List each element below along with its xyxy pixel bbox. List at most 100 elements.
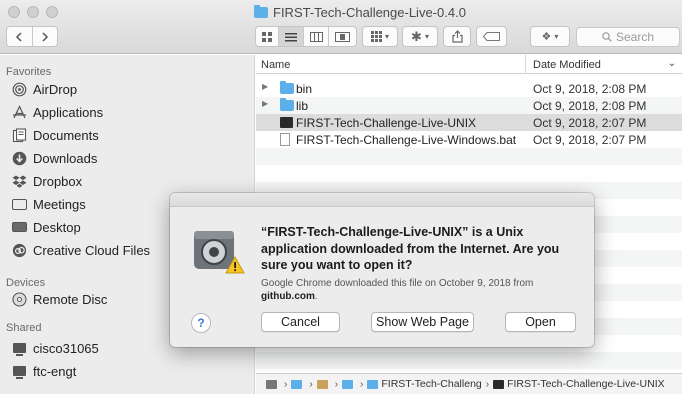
- sidebar-item-label: AirDrop: [33, 81, 78, 97]
- chevron-right-icon: ›: [334, 378, 339, 390]
- dialog-info-text: Google Chrome downloaded this file on Oc…: [261, 278, 534, 289]
- dialog-info-suffix: .: [314, 291, 318, 302]
- empty-row: [256, 352, 682, 369]
- help-button[interactable]: ?: [191, 313, 211, 333]
- folder-icon: [254, 4, 268, 18]
- file-date: Oct 9, 2018, 2:08 PM: [533, 99, 647, 113]
- executable-icon: [280, 117, 293, 128]
- chevron-down-icon[interactable]: ⌄: [668, 58, 676, 69]
- users-folder-icon[interactable]: [291, 379, 303, 389]
- folder-icon: [280, 98, 294, 111]
- disc-icon: [11, 291, 27, 307]
- sidebar-item-applications[interactable]: Applications: [11, 102, 103, 122]
- empty-row: [256, 148, 682, 165]
- sidebar-item-dropbox[interactable]: Dropbox: [11, 171, 82, 191]
- file-date: Oct 9, 2018, 2:08 PM: [533, 82, 647, 96]
- sidebar-item-label: Creative Cloud Files: [33, 242, 151, 258]
- sidebar-item-documents[interactable]: Documents: [11, 125, 99, 145]
- back-button[interactable]: [7, 27, 33, 46]
- zoom-window-button[interactable]: [46, 6, 58, 18]
- disclosure-triangle-icon[interactable]: ▶: [262, 99, 268, 108]
- sidebar-item-creative-cloud[interactable]: Creative Cloud Files: [11, 240, 150, 260]
- applications-icon: [11, 104, 27, 120]
- icon-view-button[interactable]: [256, 27, 279, 46]
- table-row[interactable]: FIRST-Tech-Challenge-Live-Windows.bat Oc…: [256, 131, 682, 148]
- gear-icon: ✱: [411, 28, 422, 44]
- sidebar-item-label: cisco31065: [33, 340, 99, 356]
- chevron-right-icon: ›: [284, 378, 288, 390]
- share-button[interactable]: [443, 26, 471, 47]
- chevron-left-icon: [16, 31, 22, 42]
- search-placeholder: Search: [615, 30, 655, 44]
- list-icon: [285, 32, 297, 41]
- sidebar-item-airdrop[interactable]: AirDrop: [11, 79, 77, 99]
- cancel-button[interactable]: Cancel: [261, 312, 340, 332]
- cover-flow-icon: [335, 31, 350, 42]
- dropbox-icon: ❖: [541, 31, 552, 43]
- action-button[interactable]: ✱ ▾: [402, 26, 438, 47]
- file-name: bin: [296, 82, 313, 96]
- show-web-page-button[interactable]: Show Web Page: [371, 312, 474, 332]
- forward-button[interactable]: [33, 27, 58, 46]
- chevron-right-icon: [42, 31, 48, 42]
- table-row[interactable]: ▶ lib Oct 9, 2018, 2:08 PM: [256, 97, 682, 114]
- disclosure-triangle-icon[interactable]: ▶: [262, 82, 268, 91]
- list-view-button[interactable]: [279, 27, 304, 46]
- file-name: lib: [296, 99, 309, 113]
- sidebar-item-remote-disc[interactable]: Remote Disc: [11, 289, 107, 309]
- column-divider[interactable]: [525, 55, 526, 74]
- path-segment-folder[interactable]: FIRST-Tech-Challeng: [381, 378, 481, 390]
- sidebar-item-ftc-engt[interactable]: ftc-engt: [11, 361, 76, 381]
- sidebar-item-label: ftc-engt: [33, 363, 77, 379]
- executable-icon: [493, 379, 505, 389]
- table-row-selected[interactable]: FIRST-Tech-Challenge-Live-UNIX Oct 9, 20…: [256, 114, 682, 131]
- column-view-button[interactable]: [304, 27, 329, 46]
- search-input[interactable]: Search: [576, 27, 680, 47]
- group-by-button[interactable]: ▾: [362, 26, 398, 47]
- dropbox-toolbar-button[interactable]: ❖ ▾: [530, 26, 570, 47]
- sidebar-item-downloads[interactable]: Downloads: [11, 148, 97, 168]
- list-header: Name Date Modified ⌄: [256, 55, 682, 74]
- column-header-date-modified[interactable]: Date Modified: [533, 59, 601, 71]
- sidebar-item-label: Desktop: [33, 219, 81, 235]
- sidebar-item-label: Applications: [33, 104, 104, 120]
- downloads-folder-icon[interactable]: [342, 379, 354, 389]
- sidebar-item-cisco31065[interactable]: cisco31065: [11, 338, 99, 358]
- search-icon: [602, 32, 612, 42]
- share-icon: [451, 30, 463, 43]
- file-date: Oct 9, 2018, 2:07 PM: [533, 116, 647, 130]
- table-row[interactable]: ▶ bin Oct 9, 2018, 2:08 PM: [256, 80, 682, 97]
- grid-icon: [261, 31, 272, 42]
- minimize-window-button[interactable]: [27, 6, 39, 18]
- home-icon[interactable]: [316, 379, 328, 389]
- sidebar-item-label: Downloads: [33, 150, 98, 166]
- sidebar-item-desktop[interactable]: Desktop: [11, 217, 81, 237]
- computer-icon: [11, 363, 27, 379]
- gallery-view-button[interactable]: [329, 27, 356, 46]
- dialog-message: “FIRST-Tech-Challenge-Live-UNIX” is a Un…: [261, 225, 560, 272]
- desktop-icon: [11, 219, 27, 235]
- dialog-info-source: github.com: [261, 291, 315, 302]
- sidebar-header-devices: Devices: [6, 277, 46, 289]
- chevron-down-icon: ▾: [384, 32, 389, 41]
- computer-icon: [11, 340, 27, 356]
- chevron-right-icon: ›: [360, 378, 364, 390]
- file-date: Oct 9, 2018, 2:07 PM: [533, 133, 647, 147]
- sidebar-item-meetings[interactable]: Meetings: [11, 194, 86, 214]
- sidebar-item-label: Remote Disc: [33, 291, 108, 307]
- dialog-info: Google Chrome downloaded this file on Oc…: [261, 277, 581, 303]
- sidebar-header-shared: Shared: [6, 322, 42, 334]
- hard-drive-icon[interactable]: [266, 379, 277, 389]
- window-title-text: FIRST-Tech-Challenge-Live-0.4.0: [273, 4, 466, 20]
- dialog-titlebar: [170, 193, 594, 207]
- folder-icon: [11, 196, 27, 212]
- sidebar-item-label: Documents: [33, 127, 99, 143]
- close-window-button[interactable]: [8, 6, 20, 18]
- path-segment-file[interactable]: FIRST-Tech-Challenge-Live-UNIX: [507, 378, 665, 390]
- column-header-name[interactable]: Name: [261, 59, 290, 71]
- airdrop-icon: [11, 81, 27, 97]
- tags-button[interactable]: [476, 26, 507, 47]
- sidebar-item-label: Meetings: [33, 196, 86, 212]
- sidebar-item-label: Dropbox: [33, 173, 83, 189]
- open-button[interactable]: Open: [505, 312, 576, 332]
